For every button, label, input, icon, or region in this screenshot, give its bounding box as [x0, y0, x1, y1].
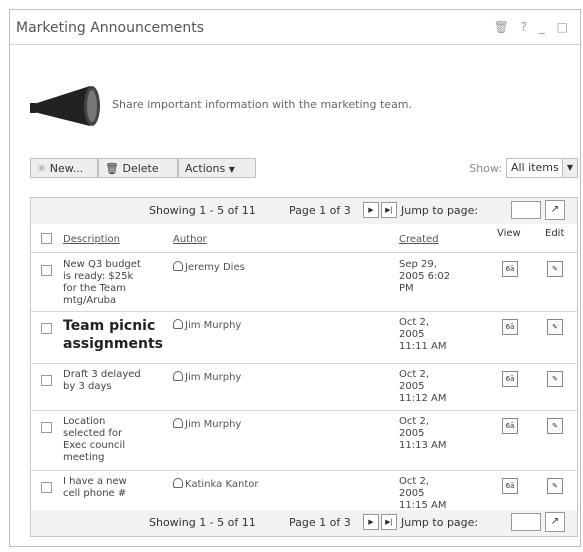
column-author[interactable]: Author — [173, 234, 207, 245]
row-author[interactable]: Jim Murphy — [173, 418, 241, 430]
announcements-portlet: Marketing Announcements 🗑 ? _ □ Share im… — [9, 9, 581, 547]
show-select[interactable]: All items ▼ — [506, 158, 578, 178]
intro-section: Share important information with the mar… — [30, 82, 550, 142]
row-checkbox[interactable] — [41, 375, 52, 386]
view-icon[interactable]: 6ā — [502, 261, 518, 277]
chevron-down-icon: ▼ — [228, 165, 235, 174]
jump-label: Jump to page: — [401, 204, 479, 217]
row-created: Oct 2, 2005 11:11 AM — [399, 317, 447, 352]
go-icon[interactable]: ↗ — [545, 200, 565, 220]
pager-showing: Showing 1 - 5 of 11 — [149, 516, 256, 529]
row-checkbox[interactable] — [41, 265, 52, 276]
go-icon[interactable]: ↗ — [545, 512, 565, 532]
help-icon[interactable]: ? — [521, 20, 531, 34]
intro-text: Share important information with the mar… — [112, 98, 413, 111]
portlet-title-icons: 🗑 ? _ □ — [494, 20, 572, 34]
row-author[interactable]: Jeremy Dies — [173, 261, 245, 273]
table-row: Draft 3 delayed by 3 days Jim Murphy Oct… — [31, 363, 577, 411]
select-all-checkbox[interactable] — [41, 233, 52, 244]
person-icon — [173, 418, 183, 428]
new-icon: ✳ — [37, 162, 50, 175]
portlet-title: Marketing Announcements — [16, 20, 205, 36]
person-icon — [173, 319, 183, 329]
trash-icon[interactable]: 🗑 — [494, 20, 513, 34]
pager-showing: Showing 1 - 5 of 11 — [149, 204, 256, 217]
row-description[interactable]: New Q3 budget is ready: $25k for the Tea… — [63, 259, 143, 307]
row-description[interactable]: Draft 3 delayed by 3 days — [63, 369, 143, 393]
actions-button[interactable]: Actions ▼ — [178, 158, 256, 178]
person-icon — [173, 371, 183, 381]
edit-icon[interactable]: ✎ — [547, 319, 563, 335]
minimize-icon[interactable]: _ — [539, 20, 549, 34]
pager-page: Page 1 of 3 — [289, 516, 351, 529]
maximize-icon[interactable]: □ — [557, 20, 572, 34]
edit-icon[interactable]: ✎ — [547, 371, 563, 387]
pager-top: Showing 1 - 5 of 11 Page 1 of 3 ▶ ▶| Jum… — [31, 198, 577, 224]
row-author[interactable]: Jim Murphy — [173, 319, 241, 331]
chevron-down-icon: ▼ — [562, 159, 577, 177]
next-page-icon[interactable]: ▶ — [363, 202, 379, 218]
jump-page-input[interactable] — [511, 201, 541, 219]
pager-bottom: Showing 1 - 5 of 11 Page 1 of 3 ▶ ▶| Jum… — [31, 510, 577, 536]
table-header: Description Author Created View Edit — [31, 226, 577, 253]
new-button[interactable]: ✳ New... — [30, 158, 98, 178]
next-page-icon[interactable]: ▶ — [363, 514, 379, 530]
person-icon — [173, 261, 183, 271]
person-icon — [173, 478, 183, 488]
row-description[interactable]: Location selected for Exec council meeti… — [63, 416, 143, 464]
view-icon[interactable]: 6ā — [502, 371, 518, 387]
row-checkbox[interactable] — [41, 323, 52, 334]
row-created: Oct 2, 2005 11:13 AM — [399, 416, 447, 451]
column-view: View — [497, 228, 521, 239]
trash-icon: 🗑 — [105, 162, 123, 175]
row-checkbox[interactable] — [41, 422, 52, 433]
edit-icon[interactable]: ✎ — [547, 478, 563, 494]
row-description[interactable]: I have a new cell phone # — [63, 476, 143, 500]
title-divider — [10, 44, 580, 45]
view-icon[interactable]: 6ā — [502, 478, 518, 494]
view-icon[interactable]: 6ā — [502, 418, 518, 434]
delete-button[interactable]: 🗑 Delete — [98, 158, 178, 178]
row-created: Oct 2, 2005 11:12 AM — [399, 369, 447, 404]
last-page-icon[interactable]: ▶| — [381, 202, 397, 218]
row-author[interactable]: Jim Murphy — [173, 371, 241, 383]
show-label: Show: — [469, 162, 502, 175]
last-page-icon[interactable]: ▶| — [381, 514, 397, 530]
column-created[interactable]: Created — [399, 234, 439, 245]
row-created: Sep 29, 2005 6:02 PM — [399, 259, 451, 294]
edit-icon[interactable]: ✎ — [547, 418, 563, 434]
jump-page-input[interactable] — [511, 513, 541, 531]
row-author[interactable]: Katinka Kantor — [173, 478, 258, 490]
toolbar: ✳ New... 🗑 Delete Actions ▼ Show: All it… — [30, 158, 578, 180]
edit-icon[interactable]: ✎ — [547, 261, 563, 277]
column-description[interactable]: Description — [63, 234, 120, 245]
pager-page: Page 1 of 3 — [289, 204, 351, 217]
table-row: Team picnic assignments Jim Murphy Oct 2… — [31, 311, 577, 364]
table-row: New Q3 budget is ready: $25k for the Tea… — [31, 253, 577, 312]
table-row: I have a new cell phone # Katinka Kantor… — [31, 470, 577, 511]
row-checkbox[interactable] — [41, 482, 52, 493]
table-row: Location selected for Exec council meeti… — [31, 410, 577, 471]
megaphone-icon — [30, 86, 100, 126]
view-icon[interactable]: 6ā — [502, 319, 518, 335]
column-edit: Edit — [545, 228, 565, 239]
row-created: Oct 2, 2005 11:15 AM — [399, 476, 447, 511]
announcements-grid: Showing 1 - 5 of 11 Page 1 of 3 ▶ ▶| Jum… — [30, 197, 578, 537]
jump-label: Jump to page: — [401, 516, 479, 529]
row-description[interactable]: Team picnic assignments — [63, 317, 173, 353]
